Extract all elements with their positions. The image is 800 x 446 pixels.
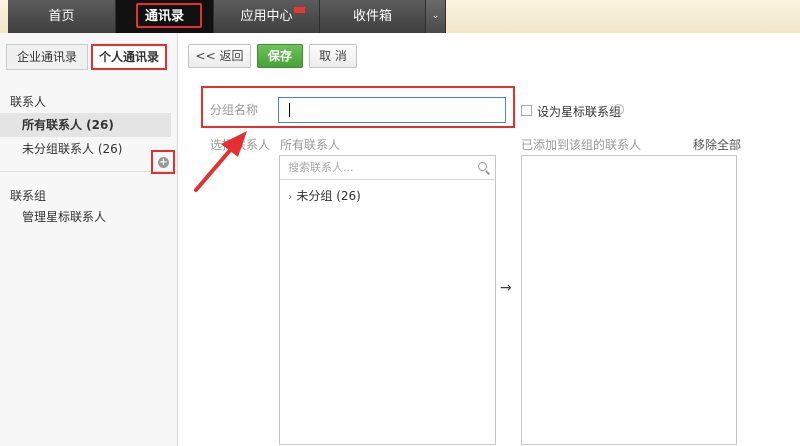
sidebar-tabs: 企业通讯录 个人通讯录 [6,44,167,70]
nav-tab-inbox[interactable]: 收件箱 [320,0,426,33]
sidebar-item-all-contacts[interactable]: 所有联系人 (26) [0,113,171,137]
nav-tab-label: 应用中心 [240,9,293,24]
new-badge [294,7,305,13]
highlight-box [136,3,202,28]
star-group-label: 设为星标联系组 [537,105,622,119]
groups-section-title: 联系组 [10,189,47,203]
search-placeholder: 搜索联系人... [288,161,354,174]
tab-enterprise-contacts[interactable]: 企业通讯录 [6,44,88,70]
tree-item-ungrouped[interactable]: › 未分组 (26) [288,187,361,204]
nav-tab-label: 首页 [48,9,75,24]
nav-tab-apps[interactable]: 应用中心 [214,0,320,33]
arrow-right-icon[interactable]: → [500,280,512,296]
all-contacts-list: 搜索联系人... › 未分组 (26) [279,155,496,445]
tab-personal-contacts[interactable]: 个人通讯录 [91,44,167,70]
added-contacts-label: 已添加到该组的联系人 [521,138,642,152]
chevron-down-icon[interactable]: ⌄ [426,0,446,33]
contact-search-input[interactable]: 搜索联系人... [280,156,495,180]
added-contacts-list [521,155,737,445]
all-contacts-label: 所有联系人 [280,138,341,152]
annotation-arrow-shaft [194,146,234,192]
nav-tabs: 首页 通讯录 应用中心 收件箱 ⌄ [8,0,446,33]
back-button[interactable]: << 返回 [188,44,251,68]
star-group-checkbox[interactable] [521,105,532,116]
sidebar-item-ungrouped-contacts[interactable]: 未分组联系人 (26) [0,137,171,161]
group-name-label: 分组名称 [210,103,259,117]
group-name-input[interactable] [278,97,506,123]
text-caret [289,102,290,117]
search-icon [478,162,487,171]
cancel-button[interactable]: 取 消 [309,44,357,68]
contacts-section-title: 联系人 [10,95,47,109]
chevron-right-icon: › [288,190,293,203]
add-group-button[interactable]: + [151,150,175,174]
top-nav: 首页 通讯录 应用中心 收件箱 ⌄ [0,0,800,33]
remove-all-link[interactable]: 移除全部 [693,136,741,153]
help-icon[interactable]: ? [613,104,624,115]
nav-tab-label: 收件箱 [352,9,392,24]
tree-item-label: 未分组 (26) [296,189,361,203]
sidebar: 企业通讯录 个人通讯录 联系人 所有联系人 (26) 未分组联系人 (26) 联… [0,33,178,446]
select-contacts-label: 选择联系人 [210,138,271,152]
sidebar-item-manage-starred[interactable]: 管理星标联系人 [0,205,171,229]
save-button[interactable]: 保存 [257,44,303,68]
nav-tab-home[interactable]: 首页 [8,0,116,33]
nav-tab-contacts[interactable]: 通讯录 [116,0,214,33]
plus-circle-icon: + [158,157,169,168]
